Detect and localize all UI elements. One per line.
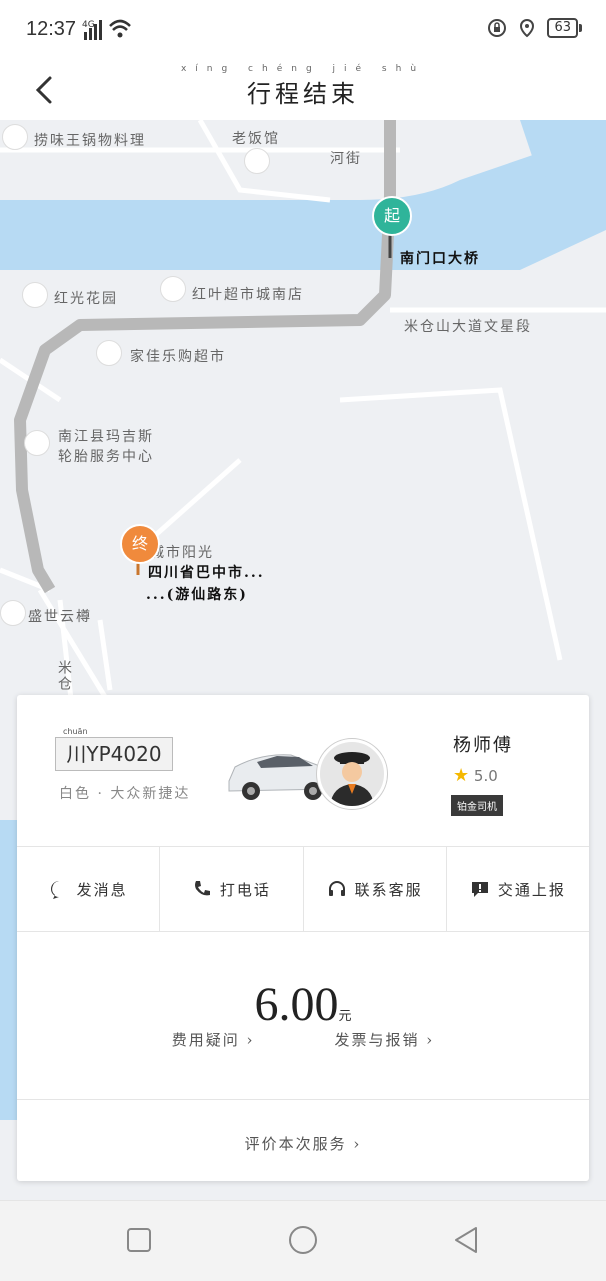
start-marker-label: 起 xyxy=(383,206,400,225)
send-message-button[interactable]: 发消息 xyxy=(17,847,161,931)
start-marker: 起 xyxy=(372,196,412,236)
status-bar: 12:37 4G 63 xyxy=(0,0,606,60)
poi-home-icon xyxy=(22,282,48,308)
title-pinyin: xíng chéng jié shù xyxy=(180,64,426,74)
battery-indicator: 63 xyxy=(547,18,582,38)
driver-avatar xyxy=(317,739,387,809)
price-links: 费用疑问 › 发票与报销 › xyxy=(17,1029,589,1050)
map-label-start: 南门口大桥 xyxy=(400,251,480,267)
driver-badge: 铂金司机 xyxy=(451,795,503,816)
action-label: 交通上报 xyxy=(497,880,566,899)
map-label: 米仓山大道文星段 xyxy=(404,319,532,335)
invoice-link[interactable]: 发票与报销 › xyxy=(335,1029,435,1050)
poi-shop-icon xyxy=(160,276,186,302)
poi-tire-icon xyxy=(24,430,50,456)
poi-home-icon xyxy=(0,600,26,626)
status-time: 12:37 xyxy=(26,18,77,40)
phone-icon xyxy=(194,881,210,896)
star-icon: ★ xyxy=(453,765,470,786)
map-label-end: ...(游仙路东) xyxy=(146,587,248,603)
map-label: 南江县玛吉斯 xyxy=(58,429,154,445)
chevron-right-icon: › xyxy=(239,1031,255,1049)
map-label: 轮胎服务中心 xyxy=(58,449,154,465)
driver-rating: ★ 5.0 xyxy=(453,765,498,786)
map-label: 红叶超市城南店 xyxy=(192,287,304,303)
action-label: 打电话 xyxy=(219,880,271,899)
divider xyxy=(17,931,589,932)
price-value: 6.00 xyxy=(254,978,339,1031)
signal-icon: 4G xyxy=(82,19,131,40)
map-label-end: 四川省巴中市... xyxy=(148,565,265,581)
call-button[interactable]: 打电话 xyxy=(160,847,304,931)
action-bar: 发消息 打电话 联系客服 交通上报 xyxy=(17,847,589,931)
price-unit: 元 xyxy=(338,1008,352,1023)
chevron-right-icon: › xyxy=(419,1031,435,1049)
trip-summary-card: chuān 川YP4020 白色 · 大众新捷达 杨师傅 ★ 5.0 铂金司机 … xyxy=(17,695,589,1181)
map-label: 家佳乐购超市 xyxy=(130,349,226,365)
headset-icon xyxy=(328,881,345,896)
poi-restaurant-icon xyxy=(244,148,270,174)
license-plate: 川YP4020 xyxy=(55,737,173,771)
end-marker: 终 xyxy=(120,524,160,564)
page-header: xíng chéng jié shù 行程结束 xyxy=(0,60,606,121)
map-label: 河街 xyxy=(330,151,362,167)
fee-question-label: 费用疑问 xyxy=(171,1031,240,1049)
trip-price: 6.00元 xyxy=(17,977,589,1032)
map-label: 红光花园 xyxy=(54,291,118,307)
car-info: 白色 · 大众新捷达 xyxy=(59,786,191,802)
driver-name: 杨师傅 xyxy=(453,735,513,756)
message-icon xyxy=(50,881,63,899)
invoice-label: 发票与报销 xyxy=(334,1031,420,1049)
map-label: 捞味王锅物料理 xyxy=(34,133,146,149)
back-icon[interactable] xyxy=(452,1225,482,1255)
action-label: 联系客服 xyxy=(354,880,423,899)
recent-apps-icon[interactable] xyxy=(124,1225,154,1255)
end-marker-label: 终 xyxy=(131,534,148,553)
action-label: 发消息 xyxy=(76,880,128,899)
system-nav-bar xyxy=(0,1200,606,1281)
home-icon[interactable] xyxy=(288,1225,318,1255)
lock-rotation-icon xyxy=(488,19,507,37)
location-icon xyxy=(520,18,535,38)
page-title: 行程结束 xyxy=(247,80,359,108)
divider xyxy=(17,1099,589,1100)
report-icon xyxy=(471,882,488,897)
rate-service-link[interactable]: 评价本次服务 › xyxy=(17,1133,589,1154)
poi-shop-icon xyxy=(96,340,122,366)
fee-question-link[interactable]: 费用疑问 › xyxy=(172,1029,255,1050)
traffic-report-button[interactable]: 交通上报 xyxy=(447,847,589,931)
map-label: 盛世云樽 xyxy=(28,609,92,625)
poi-restaurant-icon xyxy=(2,124,28,150)
plate-pinyin: chuān xyxy=(63,727,88,736)
map-label: 老饭馆 xyxy=(232,131,280,147)
contact-service-button[interactable]: 联系客服 xyxy=(304,847,447,931)
rate-service-label: 评价本次服务 xyxy=(244,1135,347,1153)
svg-text:4G: 4G xyxy=(82,20,95,30)
map-label: 米仓 xyxy=(56,660,72,692)
rating-value: 5.0 xyxy=(473,767,498,785)
chevron-right-icon: › xyxy=(346,1135,362,1153)
